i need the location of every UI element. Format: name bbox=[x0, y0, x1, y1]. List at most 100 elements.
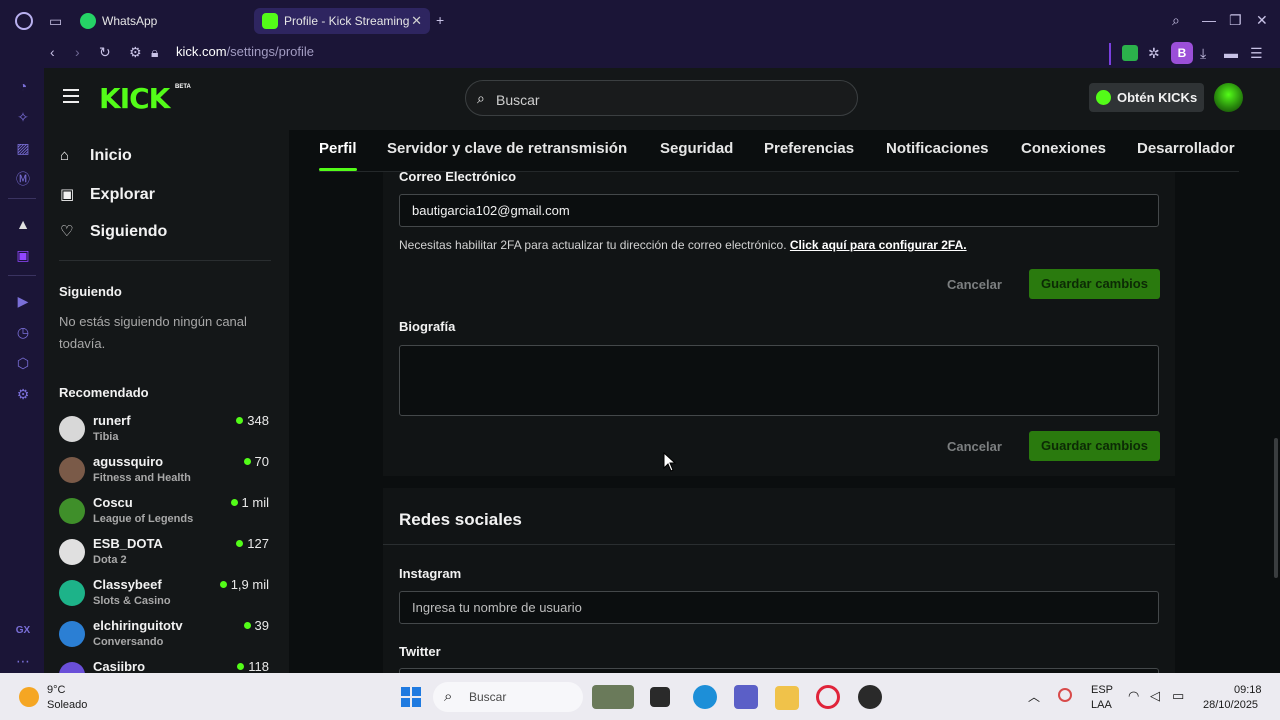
keyboard-layout[interactable]: LAA bbox=[1091, 699, 1112, 711]
weather-sun-icon[interactable] bbox=[19, 687, 39, 707]
recommended-channel[interactable]: agussquiro Fitness and Health 70 bbox=[59, 454, 269, 492]
instagram-input[interactable]: Ingresa tu nombre de usuario bbox=[399, 591, 1159, 624]
tab-whatsapp[interactable]: WhatsApp bbox=[72, 8, 250, 34]
gx-icon[interactable]: GX bbox=[15, 623, 31, 639]
tab-servidor[interactable]: Servidor y clave de retransmisión bbox=[387, 140, 627, 157]
recommended-channel[interactable]: Casiibro 118 bbox=[59, 659, 269, 673]
file-explorer-icon[interactable] bbox=[775, 686, 799, 710]
save-button[interactable]: Guardar cambios bbox=[1029, 431, 1160, 461]
tab-kick-profile[interactable]: Profile - Kick Streaming ✕ bbox=[254, 8, 430, 34]
bio-textarea[interactable] bbox=[399, 345, 1159, 416]
download-icon[interactable]: ⤓ bbox=[1200, 45, 1206, 61]
mouse-cursor-icon bbox=[663, 452, 677, 472]
divider bbox=[1109, 43, 1111, 65]
search-input[interactable]: ⌕ Buscar bbox=[465, 80, 858, 116]
kick-logo[interactable]: KICK bbox=[99, 82, 170, 115]
history-icon[interactable]: ◷ bbox=[15, 324, 31, 340]
heart-icon: ♡ bbox=[60, 223, 74, 240]
battery-icon[interactable]: ▭ bbox=[1172, 688, 1184, 704]
taskbar-search[interactable]: ⌕ Buscar bbox=[433, 682, 583, 712]
hamburger-menu-icon[interactable] bbox=[63, 89, 79, 103]
live-dot-icon bbox=[243, 622, 251, 629]
nav-label: Inicio bbox=[90, 147, 132, 164]
input-language[interactable]: ESP bbox=[1091, 684, 1113, 696]
channel-category: Conversando bbox=[93, 636, 164, 648]
page-scrollbar[interactable] bbox=[1274, 438, 1278, 578]
channel-name: Casiibro bbox=[93, 659, 146, 673]
recommended-channel[interactable]: Classybeef Slots & Casino 1,9 mil bbox=[59, 577, 269, 615]
nav-inicio[interactable]: ⌂ Inicio bbox=[60, 147, 132, 165]
teams-icon[interactable] bbox=[734, 685, 758, 709]
recommended-channel[interactable]: Coscu League of Legends 1 mil bbox=[59, 495, 269, 533]
forward-icon[interactable]: › bbox=[75, 44, 80, 60]
viewer-count-value: 1,9 mil bbox=[230, 577, 269, 592]
recommended-channel[interactable]: ESB_DOTA Dota 2 127 bbox=[59, 536, 269, 574]
url-domain: kick.com bbox=[176, 44, 227, 59]
channel-avatar bbox=[59, 621, 85, 647]
extensions-puzzle-icon[interactable]: ✲ bbox=[1148, 45, 1160, 61]
configure-2fa-link[interactable]: Click aquí para configurar 2FA. bbox=[790, 238, 967, 252]
channel-avatar bbox=[59, 416, 85, 442]
opera-logo-icon[interactable] bbox=[15, 12, 33, 30]
easy-setup-icon[interactable]: ☰ bbox=[1250, 45, 1263, 61]
nav-siguiendo[interactable]: ♡ Siguiendo bbox=[60, 222, 167, 241]
obs-icon[interactable] bbox=[858, 685, 882, 709]
live-dot-icon bbox=[230, 499, 238, 506]
close-window-icon[interactable]: ✕ bbox=[1256, 12, 1268, 28]
channel-name: Coscu bbox=[93, 495, 133, 510]
viewer-count: 118 bbox=[237, 659, 269, 673]
notification-app-icon[interactable] bbox=[1058, 688, 1072, 702]
messenger-icon[interactable]: Ⓜ bbox=[15, 171, 31, 187]
reload-icon[interactable]: ↻ bbox=[99, 44, 111, 60]
pinboard-icon[interactable]: ▨ bbox=[15, 140, 31, 156]
ai-icon[interactable]: ✧ bbox=[15, 109, 31, 125]
get-kicks-button[interactable]: Obtén KICKs bbox=[1089, 83, 1204, 112]
tab-notificaciones[interactable]: Notificaciones bbox=[886, 140, 989, 157]
site-settings-icon[interactable]: ⚙ bbox=[129, 44, 142, 60]
recommended-channel[interactable]: runerf Tibia 348 bbox=[59, 413, 269, 451]
twitch-icon[interactable]: ▣ bbox=[15, 247, 31, 263]
tab-conexiones[interactable]: Conexiones bbox=[1021, 140, 1106, 157]
task-view-icon[interactable] bbox=[650, 687, 670, 707]
search-tabs-icon[interactable]: ⌕ bbox=[1172, 12, 1180, 28]
volume-icon[interactable]: ◁ bbox=[1150, 688, 1160, 704]
bio-label: Biografía bbox=[399, 319, 456, 334]
clock-time[interactable]: 09:18 bbox=[1234, 684, 1262, 696]
extensions-icon[interactable]: ⬡ bbox=[15, 355, 31, 371]
tab-preferencias[interactable]: Preferencias bbox=[764, 140, 854, 157]
url-field[interactable]: kick.com/settings/profile bbox=[176, 44, 314, 59]
cancel-button[interactable]: Cancelar bbox=[947, 439, 1002, 454]
tab-perfil[interactable]: Perfil bbox=[319, 140, 357, 157]
user-avatar[interactable] bbox=[1214, 83, 1243, 112]
save-button[interactable]: Guardar cambios bbox=[1029, 269, 1160, 299]
wifi-icon[interactable]: ◠ bbox=[1128, 688, 1139, 704]
viewer-count-value: 70 bbox=[254, 454, 269, 469]
clock-date[interactable]: 28/10/2025 bbox=[1203, 699, 1258, 711]
recommended-channel[interactable]: elchiringuitotv Conversando 39 bbox=[59, 618, 269, 656]
nav-explorar[interactable]: ▣ Explorar bbox=[60, 185, 155, 204]
windows-start-icon[interactable] bbox=[401, 687, 421, 707]
tab-menu-icon[interactable]: ▭ bbox=[49, 13, 62, 29]
tab-desarrollador[interactable]: Desarrollador bbox=[1137, 140, 1235, 157]
back-icon[interactable]: ‹ bbox=[50, 44, 55, 60]
extension-icon[interactable] bbox=[1122, 45, 1138, 61]
battery-saver-icon[interactable]: ▬ bbox=[1224, 45, 1238, 61]
search-highlight-icon[interactable] bbox=[592, 685, 634, 709]
edge-icon[interactable] bbox=[693, 685, 717, 709]
player-icon[interactable]: ▶ bbox=[15, 293, 31, 309]
opera-gx-taskbar-icon[interactable] bbox=[816, 685, 840, 709]
settings-icon[interactable]: ⚙ bbox=[15, 386, 31, 402]
restore-icon[interactable]: ❐ bbox=[1229, 12, 1242, 28]
minimize-icon[interactable]: — bbox=[1202, 12, 1216, 28]
chevron-up-icon[interactable]: ︿ bbox=[1028, 688, 1040, 705]
new-tab-button[interactable]: + bbox=[436, 12, 444, 28]
close-tab-icon[interactable]: ✕ bbox=[411, 13, 422, 29]
more-icon[interactable]: ⋯ bbox=[15, 653, 31, 669]
profile-button[interactable]: B bbox=[1171, 42, 1193, 64]
kick-side-icon[interactable]: ▲ bbox=[15, 216, 31, 232]
speed-dial-icon[interactable]: ◔ bbox=[15, 78, 31, 94]
email-field[interactable]: bautigarcia102@gmail.com bbox=[399, 194, 1159, 227]
divider bbox=[383, 544, 1175, 545]
cancel-button[interactable]: Cancelar bbox=[947, 277, 1002, 292]
tab-seguridad[interactable]: Seguridad bbox=[660, 140, 733, 157]
